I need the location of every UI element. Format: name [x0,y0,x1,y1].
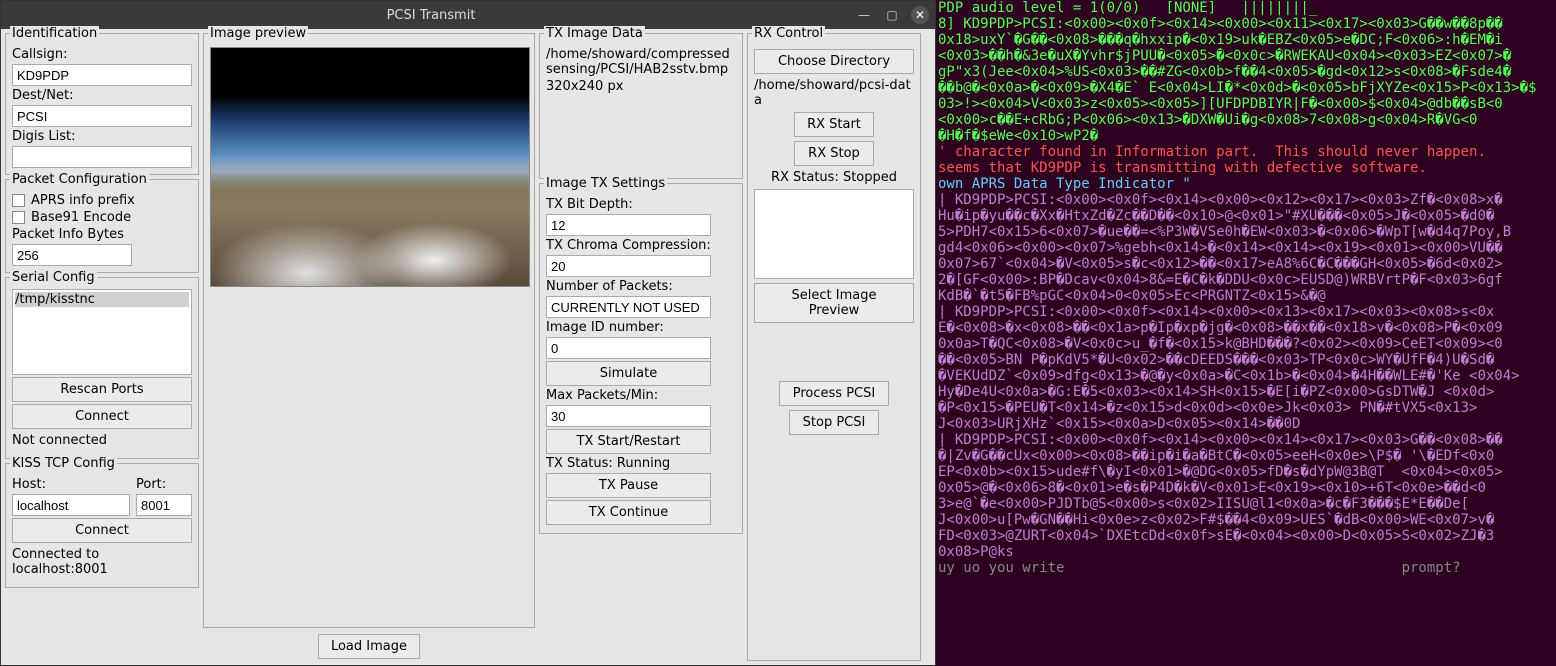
packet-config-group: Packet Configuration APRS info prefix Ba… [5,179,199,273]
serial-status: Not connected [12,433,192,448]
image-preview-group: Image preview [203,33,535,628]
close-icon[interactable]: ✕ [911,6,929,24]
tx-continue-button[interactable]: TX Continue [546,500,711,525]
rx-start-button[interactable]: RX Start [794,112,874,137]
rescan-ports-button[interactable]: Rescan Ports [12,377,192,402]
aprs-prefix-checkbox[interactable] [12,194,25,207]
tx-settings-group: Image TX Settings TX Bit Depth: TX Chrom… [539,183,743,534]
tx-image-data-legend: TX Image Data [544,26,645,41]
identification-legend: Identification [10,26,99,41]
choose-directory-button[interactable]: Choose Directory [754,49,914,74]
tx-settings-legend: Image TX Settings [544,176,667,191]
chroma-input[interactable] [546,255,711,277]
stop-pcsi-button[interactable]: Stop PCSI [789,410,879,435]
maxpkts-label: Max Packets/Min: [546,388,736,403]
bitdepth-input[interactable] [546,214,711,236]
titlebar: PCSI Transmit — ▢ ✕ [1,1,935,29]
npackets-input[interactable] [546,296,711,318]
rx-control-legend: RX Control [752,26,825,41]
tx-image-dims: 320x240 px [546,79,736,94]
kiss-config-legend: KISS TCP Config [10,456,117,471]
aprs-prefix-label: APRS info prefix [31,193,135,208]
maximize-icon[interactable]: ▢ [883,6,901,24]
kiss-config-group: KISS TCP Config Host: Port: Connect Con [5,463,199,588]
dest-label: Dest/Net: [12,88,192,103]
simulate-button[interactable]: Simulate [546,361,711,386]
tx-image-path: /home/showard/compressedsensing/PCSI/HAB… [546,47,736,77]
tx-status: TX Status: Running [546,456,736,471]
rx-preview-area [754,189,914,279]
image-preview [210,47,530,287]
rx-stop-button[interactable]: RX Stop [794,141,874,166]
serial-connect-button[interactable]: Connect [12,404,192,429]
terminal-output: PDP audio level = 1(0/0) [NONE] ||||||||… [936,0,1556,666]
digis-label: Digis List: [12,129,192,144]
callsign-label: Callsign: [12,47,192,62]
serial-config-legend: Serial Config [10,270,97,285]
minimize-icon[interactable]: — [855,6,873,24]
load-image-button[interactable]: Load Image [318,634,420,659]
identification-group: Identification Callsign: Dest/Net: Digis… [5,33,199,175]
imageid-label: Image ID number: [546,320,736,335]
npackets-label: Number of Packets: [546,279,736,294]
kiss-port-label: Port: [136,477,192,492]
base91-label: Base91 Encode [31,210,131,225]
tx-pause-button[interactable]: TX Pause [546,473,711,498]
callsign-input[interactable] [12,64,192,86]
kiss-host-input[interactable] [12,494,130,516]
serial-port-item[interactable]: /tmp/kisstnc [15,292,189,307]
base91-checkbox[interactable] [12,211,25,224]
select-image-preview-button[interactable]: Select Image Preview [754,283,914,323]
packet-config-legend: Packet Configuration [10,172,149,187]
kiss-host-label: Host: [12,477,130,492]
bitdepth-label: TX Bit Depth: [546,197,736,212]
info-bytes-input[interactable] [12,244,132,266]
kiss-status: Connected to localhost:8001 [12,547,192,577]
rx-directory: /home/showard/pcsi-data [754,78,914,108]
tx-start-button[interactable]: TX Start/Restart [546,429,711,454]
kiss-connect-button[interactable]: Connect [12,518,192,543]
chroma-label: TX Chroma Compression: [546,238,736,253]
rx-status: RX Status: Stopped [754,170,914,185]
window-title: PCSI Transmit [7,8,855,23]
tx-image-data-group: TX Image Data /home/showard/compressedse… [539,33,743,179]
client-area: Identification Callsign: Dest/Net: Digis… [1,29,935,665]
maxpkts-input[interactable] [546,405,711,427]
serial-config-group: Serial Config /tmp/kisstnc Rescan Ports … [5,277,199,459]
imageid-input[interactable] [546,337,711,359]
kiss-port-input[interactable] [136,494,192,516]
image-preview-legend: Image preview [208,26,308,41]
digis-input[interactable] [12,146,192,168]
dest-input[interactable] [12,105,192,127]
info-bytes-label: Packet Info Bytes [12,227,192,242]
serial-port-listbox[interactable]: /tmp/kisstnc [12,289,192,375]
rx-control-group: RX Control Choose Directory /home/showar… [747,33,921,661]
pcsi-transmit-window: PCSI Transmit — ▢ ✕ Identification Calls… [0,0,936,666]
process-pcsi-button[interactable]: Process PCSI [779,381,889,406]
